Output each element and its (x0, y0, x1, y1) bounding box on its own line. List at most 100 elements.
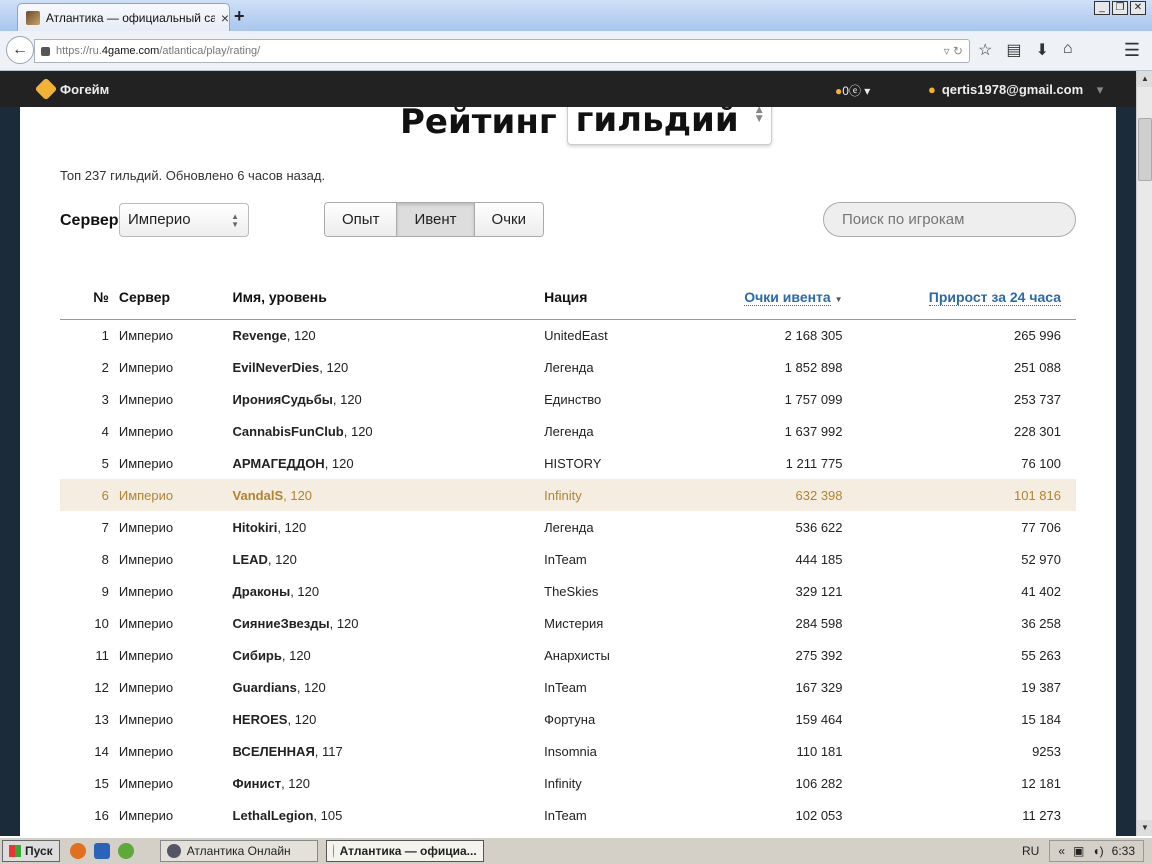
download-icon[interactable]: ⬇ (1035, 40, 1048, 60)
guild-name-link[interactable]: VandalS (233, 488, 284, 503)
utorrent-icon[interactable] (117, 843, 134, 859)
table-row[interactable]: 7 Империо Hitokiri, 120 Легенда 536 622 77 70… (60, 511, 1076, 543)
page-scrollbar[interactable]: ▲ ▼ (1136, 71, 1152, 836)
cell-rank: 4 (101, 423, 109, 439)
table-row[interactable]: 11 Империо Сибирь, 120 Анархисты 275 392 55 2… (60, 639, 1076, 671)
quick-launch (69, 843, 134, 859)
cell-server: Империо (118, 679, 174, 695)
table-row[interactable]: 14 Империо ВСЕЛЕННАЯ, 117 Insomnia 110 181 92… (60, 735, 1076, 767)
table-row[interactable]: 5 Империо АРМАГЕДДОН, 120 HISTORY 1 211 775 7… (60, 447, 1076, 479)
guild-name-link[interactable]: Guardians (233, 680, 297, 695)
table-row[interactable]: 2 Империо EvilNeverDies, 120 Легенда 1 852 8… (60, 351, 1076, 383)
cell-server: Империо (118, 423, 174, 439)
guild-name-link[interactable]: ИронияСудьбы (233, 392, 333, 407)
player-search-input[interactable] (823, 202, 1076, 237)
cell-nation: Легенда (544, 423, 594, 439)
guild-name-link[interactable]: LethalLegion (233, 808, 314, 823)
cell-event-points: 1 757 099 (784, 391, 843, 407)
cell-growth: 12 181 (1021, 775, 1061, 791)
tab-points[interactable]: Очки (474, 203, 543, 236)
col-header-growth[interactable]: Прирост за 24 часа (842, 275, 1076, 320)
reload-icon[interactable]: ▿ ↻ (944, 44, 963, 58)
guild-name-link[interactable]: ВСЕЛЕННАЯ (233, 744, 315, 759)
balance-widget[interactable]: ●0ⓔ ▾ (835, 82, 870, 99)
table-row[interactable]: 10 Империо СияниеЗвезды, 120 Мистерия 284 59… (60, 607, 1076, 639)
guild-name-link[interactable]: EvilNeverDies (233, 360, 320, 375)
tab-title: Атлантика — официальный сай… (45, 10, 215, 25)
restore-icon[interactable]: ❐ (1112, 1, 1128, 15)
taskbar-item-browser[interactable]: Атлантика — официа... (325, 840, 484, 862)
scroll-up-icon[interactable]: ▲ (1137, 71, 1152, 87)
page-title-text: Рейтинг (400, 107, 557, 142)
r-app-icon[interactable] (93, 843, 110, 859)
back-arrow-icon[interactable]: ← (6, 36, 34, 64)
guild-name-link[interactable]: Сибирь (233, 648, 282, 663)
new-tab-button[interactable]: + (234, 6, 245, 27)
cell-rank: 16 (94, 807, 109, 823)
guild-name-link[interactable]: CannabisFunClub (233, 424, 344, 439)
table-row[interactable]: 6 Империо VandalS, 120 Infinity 632 398 101 8… (60, 479, 1076, 511)
tab-event[interactable]: Ивент (397, 203, 475, 236)
reading-list-icon[interactable]: ▤ (1006, 40, 1021, 60)
col-header-event-points[interactable]: Очки ивента ▼ (696, 275, 843, 320)
bookmark-star-icon[interactable]: ☆ (978, 40, 992, 60)
rating-type-select[interactable]: гильдий ▲ ▼ (566, 107, 772, 145)
language-indicator[interactable]: RU (1022, 844, 1039, 858)
address-bar[interactable]: https://ru.4game.com/atlantica/play/rati… (34, 39, 970, 63)
guild-name-link[interactable]: АРМАГЕДДОН (233, 456, 325, 471)
select-arrows-icon: ▲ ▼ (755, 107, 763, 124)
col-header-server: Сервер (118, 275, 233, 320)
guild-name-link[interactable]: Драконы (233, 584, 291, 599)
cell-event-points: 444 185 (795, 551, 843, 567)
guild-name-link[interactable]: Финист (233, 776, 282, 791)
table-row[interactable]: 3 Империо ИронияСудьбы, 120 Единство 1 757 0… (60, 383, 1076, 415)
tray-expand-icon[interactable]: « (1058, 844, 1065, 858)
server-select[interactable]: Империо ▲ ▼ (119, 203, 249, 237)
cell-growth: 76 100 (1021, 455, 1061, 471)
cell-name: EvilNeverDies, 120 (233, 351, 545, 383)
guild-name-link[interactable]: Revenge (233, 328, 287, 343)
cell-server: Империо (118, 711, 174, 727)
guild-name-link[interactable]: LEAD (233, 552, 268, 567)
tab-experience[interactable]: Опыт (325, 203, 398, 236)
table-row[interactable]: 15 Империо Финист, 120 Infinity 106 282 12 18… (60, 767, 1076, 799)
cell-name: CannabisFunClub, 120 (233, 415, 545, 447)
home-icon[interactable]: ⌂ (1063, 40, 1073, 60)
minimize-icon[interactable]: _ (1094, 1, 1110, 15)
table-row[interactable]: 8 Империо LEAD, 120 InTeam 444 185 52 970 (60, 543, 1076, 575)
hamburger-menu-icon[interactable]: ☰ (1124, 40, 1140, 61)
cell-event-points: 1 852 898 (784, 359, 843, 375)
close-tab-icon[interactable]: × (221, 10, 229, 26)
table-row[interactable]: 13 Империо HEROES, 120 Фортуна 159 464 15 184 (60, 703, 1076, 735)
table-row[interactable]: 1 Империо Revenge, 120 UnitedEast 2 168 305 2… (60, 319, 1076, 351)
guild-name-link[interactable]: Hitokiri (233, 520, 278, 535)
taskbar-item-atlantica-game[interactable]: Атлантика Онлайн (159, 840, 318, 862)
network-icon[interactable]: ▣ (1073, 844, 1084, 858)
cell-growth: 101 816 (842, 479, 1076, 511)
atlantica-icon (166, 844, 181, 858)
cell-event-points: 2 168 305 (784, 327, 843, 343)
table-row[interactable]: 9 Империо Драконы, 120 TheSkies 329 121 41 40… (60, 575, 1076, 607)
start-button[interactable]: Пуск (2, 840, 60, 862)
table-row[interactable]: 4 Империо CannabisFunClub, 120 Легенда 1 637… (60, 415, 1076, 447)
user-menu[interactable]: ● qertis1978@gmail.com ▾ (928, 82, 1103, 98)
guild-name-link[interactable]: СияниеЗвезды (233, 616, 330, 631)
table-row[interactable]: 16 Империо LethalLegion, 105 InTeam 102 053 1… (60, 799, 1076, 831)
guild-name-link[interactable]: HEROES (233, 712, 288, 727)
cell-nation: TheSkies (544, 583, 599, 599)
cell-nation: Легенда (544, 519, 594, 535)
guild-level: , 120 (332, 391, 362, 407)
firefox-icon[interactable] (69, 843, 86, 859)
table-row[interactable]: 12 Империо Guardians, 120 InTeam 167 329 19 3… (60, 671, 1076, 703)
scroll-down-icon[interactable]: ▼ (1137, 820, 1152, 836)
browser-tab[interactable]: Атлантика — официальный сай… × (17, 3, 230, 31)
system-tray: RU « ▣ ◖) 6:33 (1014, 840, 1152, 862)
col-header-number: № (60, 275, 119, 320)
site-logo[interactable]: Фогейм (34, 77, 109, 101)
cell-rank: 14 (94, 743, 109, 759)
table-body: 1 Империо Revenge, 120 UnitedEast 2 168 305 2… (60, 319, 1076, 831)
volume-icon[interactable]: ◖) (1092, 844, 1103, 858)
scrollbar-thumb[interactable] (1138, 118, 1152, 181)
close-window-icon[interactable]: ✕ (1130, 1, 1146, 15)
rating-type-value: гильдий (575, 107, 739, 140)
